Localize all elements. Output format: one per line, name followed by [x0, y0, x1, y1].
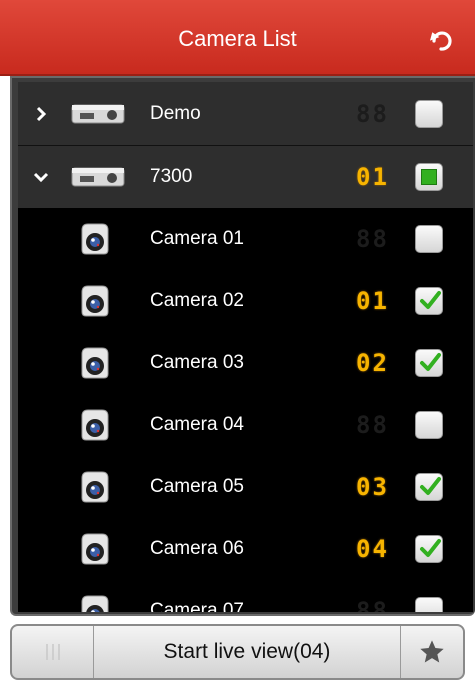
- device-row-7300[interactable]: 7300 01: [18, 145, 473, 208]
- title-bar: Camera List: [0, 0, 475, 76]
- camera-icon: [81, 471, 109, 503]
- camera-checkbox[interactable]: [415, 349, 443, 377]
- checkmark-icon: [420, 353, 441, 371]
- camera-row[interactable]: Camera 01 88: [18, 208, 473, 270]
- page-title: Camera List: [178, 26, 297, 51]
- camera-icon: [81, 223, 109, 255]
- grip-lines-icon[interactable]: [12, 626, 94, 678]
- start-live-view-button[interactable]: Start live view(04): [94, 626, 401, 678]
- camera-checkbox[interactable]: [415, 473, 443, 501]
- channel-indicator: 88: [356, 411, 389, 439]
- star-icon[interactable]: [401, 626, 463, 678]
- dvr-device-icon: [71, 104, 125, 123]
- camera-label: Camera 05: [150, 476, 244, 497]
- channel-indicator: 01: [356, 163, 389, 191]
- camera-checkbox[interactable]: [415, 287, 443, 315]
- camera-label: Camera 02: [150, 290, 244, 311]
- camera-checkbox[interactable]: [415, 225, 443, 253]
- channel-indicator: 88: [356, 225, 389, 253]
- camera-row[interactable]: Camera 06 04: [18, 518, 473, 580]
- undo-arrow-icon[interactable]: [425, 26, 457, 56]
- camera-label: Camera 04: [150, 414, 244, 435]
- camera-checkbox[interactable]: [415, 535, 443, 563]
- device-select-checkbox[interactable]: [415, 163, 443, 191]
- checkmark-icon: [420, 539, 441, 557]
- checkmark-icon: [420, 477, 441, 495]
- checkmark-icon: [420, 291, 441, 309]
- chevron-down-icon[interactable]: [32, 168, 50, 186]
- camera-list-panel: Demo 88 7300 01 Camera 01 88 Camera 02 01 Ca…: [10, 76, 475, 616]
- camera-label: Camera 07: [150, 600, 244, 612]
- camera-row[interactable]: Camera 02 01: [18, 270, 473, 332]
- chevron-right-icon[interactable]: [32, 105, 50, 123]
- device-label: Demo: [150, 102, 201, 124]
- camera-label: Camera 06: [150, 538, 244, 559]
- bottom-toolbar: Start live view(04): [10, 624, 465, 680]
- dvr-device-icon: [71, 167, 125, 187]
- camera-checkbox[interactable]: [415, 411, 443, 439]
- camera-checkbox[interactable]: [415, 597, 443, 612]
- device-row-demo[interactable]: Demo 88: [18, 82, 473, 145]
- device-select-checkbox[interactable]: [415, 99, 443, 128]
- camera-icon: [81, 409, 109, 441]
- partial-select-fill: [421, 169, 437, 185]
- channel-indicator: 88: [356, 597, 389, 612]
- channel-indicator: 02: [356, 349, 389, 377]
- device-label: 7300: [150, 166, 193, 187]
- channel-indicator: 88: [356, 99, 389, 128]
- camera-icon: [81, 533, 109, 565]
- camera-list[interactable]: Demo 88 7300 01 Camera 01 88 Camera 02 01 Ca…: [18, 82, 473, 612]
- channel-indicator: 04: [356, 535, 389, 563]
- camera-row[interactable]: Camera 03 02: [18, 332, 473, 394]
- camera-label: Camera 03: [150, 352, 244, 373]
- channel-indicator: 01: [356, 287, 389, 315]
- camera-icon: [81, 595, 109, 612]
- camera-row[interactable]: Camera 07 88: [18, 580, 473, 612]
- camera-icon: [81, 285, 109, 317]
- camera-icon: [81, 347, 109, 379]
- camera-label: Camera 01: [150, 228, 244, 249]
- camera-row[interactable]: Camera 04 88: [18, 394, 473, 456]
- camera-row[interactable]: Camera 05 03: [18, 456, 473, 518]
- channel-indicator: 03: [356, 473, 389, 501]
